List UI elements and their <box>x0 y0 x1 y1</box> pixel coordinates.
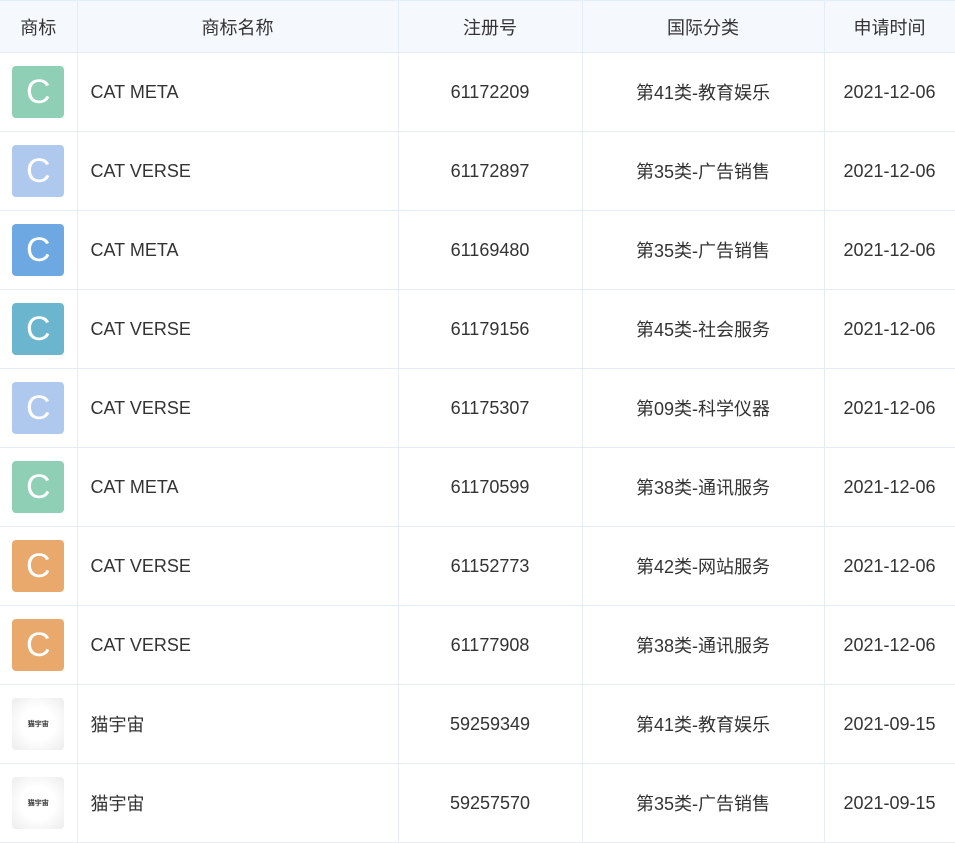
table-row[interactable]: C CAT META 61169480 第35类-广告销售 2021-12-06 <box>0 210 955 290</box>
trademark-logo[interactable]: C <box>12 145 65 197</box>
international-category: 第38类-通讯服务 <box>581 447 825 527</box>
registration-number: 59257570 <box>397 763 583 843</box>
international-category: 第35类-广告销售 <box>581 131 825 211</box>
logo-cell: C <box>0 605 78 685</box>
trademark-name[interactable]: CAT META <box>76 447 399 527</box>
registration-number: 61172209 <box>397 52 583 132</box>
logo-cell: 猫宇宙 <box>0 684 78 764</box>
header-reg-no[interactable]: 注册号 <box>397 0 583 53</box>
international-category: 第41类-教育娱乐 <box>581 52 825 132</box>
trademark-name[interactable]: 猫宇宙 <box>76 684 399 764</box>
trademark-name[interactable]: CAT VERSE <box>76 289 399 369</box>
trademark-name[interactable]: 猫宇宙 <box>76 763 399 843</box>
table-row[interactable]: C CAT VERSE 61175307 第09类-科学仪器 2021-12-06 <box>0 368 955 448</box>
trademark-logo[interactable]: C <box>12 382 65 434</box>
registration-number: 61172897 <box>397 131 583 211</box>
header-date[interactable]: 申请时间 <box>823 0 955 53</box>
table-header-row: 商标 商标名称 注册号 国际分类 申请时间 <box>0 0 955 53</box>
table-row[interactable]: C CAT VERSE 61172897 第35类-广告销售 2021-12-06 <box>0 131 955 211</box>
logo-cell: C <box>0 52 78 132</box>
logo-cell: C <box>0 526 78 606</box>
table-row[interactable]: C CAT VERSE 61177908 第38类-通讯服务 2021-12-06 <box>0 605 955 685</box>
trademark-logo[interactable]: C <box>12 461 65 513</box>
trademark-logo[interactable]: 猫宇宙 <box>12 698 65 750</box>
trademark-logo[interactable]: C <box>12 303 65 355</box>
registration-number: 61170599 <box>397 447 583 527</box>
application-date: 2021-12-06 <box>823 289 955 369</box>
trademark-name[interactable]: CAT META <box>76 52 399 132</box>
header-name[interactable]: 商标名称 <box>76 0 399 53</box>
trademark-table: 商标 商标名称 注册号 国际分类 申请时间 C CAT META 61172209 第… <box>0 0 955 843</box>
registration-number: 61177908 <box>397 605 583 685</box>
international-category: 第09类-科学仪器 <box>581 368 825 448</box>
trademark-logo[interactable]: C <box>12 66 65 118</box>
trademark-logo[interactable]: C <box>12 224 65 276</box>
logo-cell: C <box>0 447 78 527</box>
international-category: 第41类-教育娱乐 <box>581 684 825 764</box>
header-category[interactable]: 国际分类 <box>581 0 825 53</box>
application-date: 2021-12-06 <box>823 131 955 211</box>
logo-cell: C <box>0 131 78 211</box>
application-date: 2021-09-15 <box>823 763 955 843</box>
trademark-name[interactable]: CAT VERSE <box>76 605 399 685</box>
application-date: 2021-12-06 <box>823 447 955 527</box>
registration-number: 61175307 <box>397 368 583 448</box>
international-category: 第35类-广告销售 <box>581 763 825 843</box>
application-date: 2021-12-06 <box>823 52 955 132</box>
logo-cell: C <box>0 289 78 369</box>
trademark-logo[interactable]: C <box>12 619 65 671</box>
table-row[interactable]: C CAT META 61170599 第38类-通讯服务 2021-12-06 <box>0 447 955 527</box>
application-date: 2021-12-06 <box>823 368 955 448</box>
application-date: 2021-09-15 <box>823 684 955 764</box>
application-date: 2021-12-06 <box>823 526 955 606</box>
registration-number: 61179156 <box>397 289 583 369</box>
trademark-name[interactable]: CAT META <box>76 210 399 290</box>
table-row[interactable]: 猫宇宙 猫宇宙 59259349 第41类-教育娱乐 2021-09-15 <box>0 684 955 764</box>
table-row[interactable]: C CAT VERSE 61179156 第45类-社会服务 2021-12-06 <box>0 289 955 369</box>
international-category: 第35类-广告销售 <box>581 210 825 290</box>
table-row[interactable]: 猫宇宙 猫宇宙 59257570 第35类-广告销售 2021-09-15 <box>0 763 955 843</box>
trademark-name[interactable]: CAT VERSE <box>76 368 399 448</box>
logo-cell: 猫宇宙 <box>0 763 78 843</box>
application-date: 2021-12-06 <box>823 210 955 290</box>
trademark-logo[interactable]: C <box>12 540 65 592</box>
table-row[interactable]: C CAT META 61172209 第41类-教育娱乐 2021-12-06 <box>0 52 955 132</box>
logo-cell: C <box>0 210 78 290</box>
trademark-name[interactable]: CAT VERSE <box>76 526 399 606</box>
registration-number: 61152773 <box>397 526 583 606</box>
application-date: 2021-12-06 <box>823 605 955 685</box>
international-category: 第42类-网站服务 <box>581 526 825 606</box>
trademark-name[interactable]: CAT VERSE <box>76 131 399 211</box>
trademark-logo[interactable]: 猫宇宙 <box>12 777 65 829</box>
logo-cell: C <box>0 368 78 448</box>
registration-number: 61169480 <box>397 210 583 290</box>
international-category: 第38类-通讯服务 <box>581 605 825 685</box>
header-logo[interactable]: 商标 <box>0 0 78 53</box>
international-category: 第45类-社会服务 <box>581 289 825 369</box>
table-row[interactable]: C CAT VERSE 61152773 第42类-网站服务 2021-12-06 <box>0 526 955 606</box>
registration-number: 59259349 <box>397 684 583 764</box>
